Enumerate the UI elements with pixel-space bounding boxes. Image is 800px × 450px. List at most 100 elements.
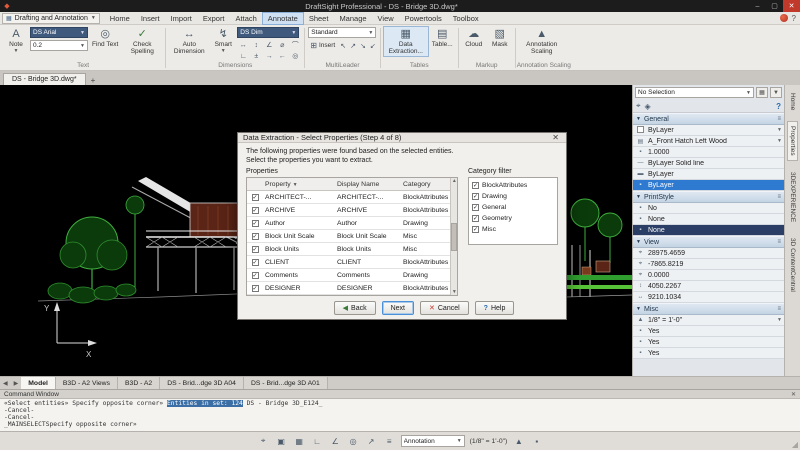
menu-manage[interactable]: Manage xyxy=(334,13,371,24)
aligned-dimension-icon[interactable]: ↕ xyxy=(250,40,262,50)
multileader-collect-icon[interactable]: ↙ xyxy=(369,41,377,51)
snap-icon[interactable]: ▣ xyxy=(275,437,288,446)
table-row[interactable]: Comments Comments Drawing xyxy=(247,269,450,282)
property-row-ucs-viewport[interactable]: ▪ Yes xyxy=(633,348,784,359)
property-row-printstyle[interactable]: ▪ No xyxy=(633,203,784,214)
table-button[interactable]: ▤ Table... xyxy=(430,27,455,49)
smart-dimension-button[interactable]: ↯ Smart ▼ xyxy=(211,27,235,56)
property-row-printstyle-attached[interactable]: ▪ None xyxy=(633,225,784,236)
category-checkbox[interactable] xyxy=(472,193,479,200)
baseline-dimension-icon[interactable]: → xyxy=(263,51,275,61)
dialog-close-button[interactable]: ✕ xyxy=(550,133,561,142)
sheet-tab[interactable]: DS - Brid...dge 3D A01 xyxy=(244,377,328,389)
category-checkbox[interactable] xyxy=(472,182,479,189)
lineweight-icon[interactable]: ≡ xyxy=(383,437,396,446)
selection-combo[interactable]: No Selection ▼ xyxy=(635,87,754,98)
multileader-align-icon[interactable]: ↘ xyxy=(359,41,367,51)
help-button[interactable]: ? Help xyxy=(475,301,515,315)
close-icon[interactable]: ✕ xyxy=(791,391,796,398)
property-row-linestyle[interactable]: — ByLayer Solid line xyxy=(633,158,784,169)
sheet-tab[interactable]: DS - Brid...dge 3D A04 xyxy=(160,377,244,389)
category-option[interactable]: General xyxy=(472,202,554,213)
cloud-button[interactable]: ☁ Cloud xyxy=(462,27,486,49)
continue-dimension-icon[interactable]: ← xyxy=(276,51,288,61)
menu-powertools[interactable]: Powertools xyxy=(400,13,447,24)
row-checkbox[interactable] xyxy=(252,285,259,292)
pin-panel-button[interactable]: ▼ xyxy=(770,87,782,98)
menu-insert[interactable]: Insert xyxy=(136,13,165,24)
drawing-canvas[interactable]: Y X Data Extraction - Select Properties … xyxy=(0,85,632,376)
multileader-style-combo[interactable]: Standard ▼ xyxy=(308,27,376,38)
workspace-selector[interactable]: ▦ Drafting and Annotation ▼ xyxy=(2,13,100,24)
etrack-icon[interactable]: ↗ xyxy=(365,437,378,446)
quick-select-button[interactable]: ▦ xyxy=(756,87,768,98)
dialog-title-bar[interactable]: Data Extraction - Select Properties (Ste… xyxy=(238,133,566,143)
property-row-printstyle-table[interactable]: ▪ None xyxy=(633,214,784,225)
data-extraction-button[interactable]: ▦ Data Extraction... xyxy=(384,27,428,56)
sheet-tab[interactable]: B3D - A2 Views xyxy=(56,377,118,389)
menu-toolbox[interactable]: Toolbox xyxy=(448,13,484,24)
annotation-scaling-button[interactable]: ▲ Annotation Scaling xyxy=(519,27,565,56)
multileader-add-icon[interactable]: ↖ xyxy=(339,41,347,51)
section-view[interactable]: ▼ View ≡ xyxy=(633,236,784,248)
section-misc[interactable]: ▼ Misc ≡ xyxy=(633,303,784,315)
rail-tab-properties[interactable]: Properties xyxy=(788,122,797,160)
table-row[interactable]: Author Author Drawing xyxy=(247,217,450,230)
row-checkbox[interactable] xyxy=(252,233,259,240)
scroll-down-icon[interactable]: ▼ xyxy=(452,289,457,295)
row-checkbox[interactable] xyxy=(252,207,259,214)
help-icon[interactable]: ? xyxy=(776,102,781,111)
minimize-button[interactable]: – xyxy=(749,0,766,12)
property-row-height[interactable]: ↕ 4050.2267 xyxy=(633,281,784,292)
multileader-remove-icon[interactable]: ↗ xyxy=(349,41,357,51)
category-option[interactable]: Geometry xyxy=(472,213,554,224)
sheet-tab-model[interactable]: Model xyxy=(21,377,56,389)
table-row[interactable]: Block Unit Scale Block Unit Scale Misc xyxy=(247,230,450,243)
property-row-lineweight[interactable]: ▬ ByLayer xyxy=(633,169,784,180)
polar-icon[interactable]: ∠ xyxy=(329,437,342,446)
sheet-tab[interactable]: B3D - A2 xyxy=(118,377,160,389)
find-text-button[interactable]: ◎ Find Text xyxy=(90,27,120,49)
tab-scroll-right-icon[interactable]: ▶ xyxy=(11,380,22,387)
mask-button[interactable]: ▧ Mask xyxy=(488,27,512,49)
property-row-annotation-scale[interactable]: ▲ 1/8" = 1'-0" ▼ xyxy=(633,315,784,326)
row-checkbox[interactable] xyxy=(252,259,259,266)
match-properties-icon[interactable]: ◈ xyxy=(645,102,651,111)
maximize-button[interactable]: ▢ xyxy=(766,0,783,12)
new-tab-button[interactable]: + xyxy=(86,76,101,85)
row-checkbox[interactable] xyxy=(252,220,259,227)
center-mark-icon[interactable]: ◎ xyxy=(289,51,301,61)
section-printstyle[interactable]: ▼ PrintStyle ≡ xyxy=(633,191,784,203)
column-header-property[interactable]: Property ▼ xyxy=(263,181,335,188)
angular-dimension-icon[interactable]: ∠ xyxy=(263,40,275,50)
tolerance-icon[interactable]: ± xyxy=(250,51,262,61)
row-checkbox[interactable] xyxy=(252,246,259,253)
property-row-layer[interactable]: ▤ A_Front Hatch Left Wood ▼ xyxy=(633,136,784,147)
category-option[interactable]: BlockAttributes xyxy=(472,180,554,191)
lock-ui-icon[interactable]: ▪ xyxy=(530,437,543,446)
property-row-ucs-origin[interactable]: ▪ Yes xyxy=(633,337,784,348)
scroll-up-icon[interactable]: ▲ xyxy=(452,178,457,184)
property-row-linescale[interactable]: ▪ 1.0000 xyxy=(633,147,784,158)
text-style-combo[interactable]: DS Arial ▼ xyxy=(30,27,88,38)
property-row-ucs-icon-on[interactable]: ▪ Yes xyxy=(633,326,784,337)
annotation-visibility-icon[interactable]: ▲ xyxy=(512,437,525,446)
menu-view[interactable]: View xyxy=(373,13,399,24)
auto-dimension-button[interactable]: ↔ Auto Dimension xyxy=(169,27,209,56)
menu-attach[interactable]: Attach xyxy=(231,13,262,24)
property-row-transparency[interactable]: ▪ ByLayer xyxy=(633,180,784,191)
category-checkbox[interactable] xyxy=(472,215,479,222)
text-height-combo[interactable]: 0.2 ▼ xyxy=(30,40,88,51)
category-option[interactable]: Misc xyxy=(472,224,554,235)
property-row-center-y[interactable]: ⌖ -7865.8219 xyxy=(633,259,784,270)
property-row-center-z[interactable]: ⌖ 0.0000 xyxy=(633,270,784,281)
insert-multileader-button[interactable]: ⊞ Insert xyxy=(308,40,337,51)
table-row[interactable]: CLIENT CLIENT BlockAttributes xyxy=(247,256,450,269)
rail-tab-contentcentral[interactable]: 3D ContentCentral xyxy=(788,234,797,296)
table-row[interactable]: ARCHIVE ARCHIVE BlockAttributes xyxy=(247,204,450,217)
menu-annotate[interactable]: Annotate xyxy=(263,13,303,24)
table-row[interactable]: DESIGNER DESIGNER BlockAttributes xyxy=(247,282,450,295)
category-checkbox[interactable] xyxy=(472,226,479,233)
check-spelling-button[interactable]: ✓ Check Spelling xyxy=(122,27,162,56)
column-header-category[interactable]: Category xyxy=(401,181,450,188)
